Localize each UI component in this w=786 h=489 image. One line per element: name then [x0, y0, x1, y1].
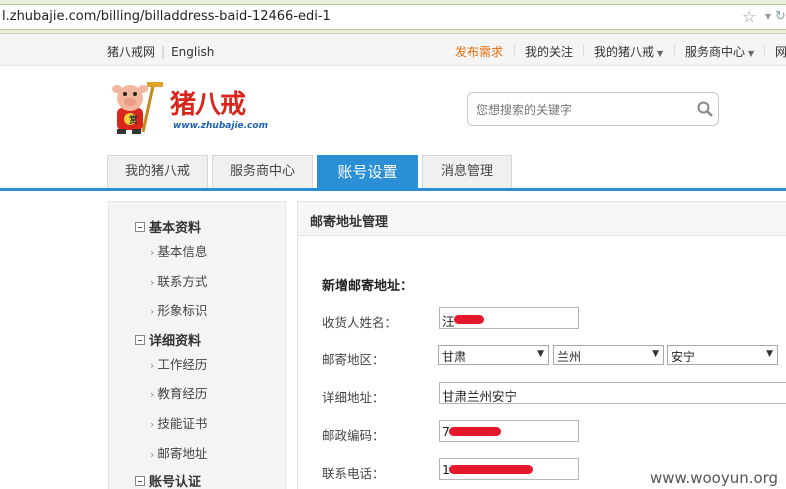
sidebar-item-label: 技能证书 — [157, 416, 208, 431]
browser-address-bar: l.zhubajie.com/billing/billaddress-baid-… — [0, 0, 786, 34]
sidebar-item-label: 工作经历 — [157, 357, 208, 372]
redaction-mark — [454, 315, 484, 324]
collapse-icon — [135, 476, 145, 486]
sidebar-item-contact[interactable]: › 联系方式 — [150, 271, 207, 290]
dropdown-arrow-icon: ▼ — [766, 349, 773, 359]
logo-badge: 赏 — [129, 116, 139, 126]
url-text: l.zhubajie.com/billing/billaddress-baid-… — [2, 9, 331, 24]
district-value: 安宁 — [671, 350, 696, 364]
collapse-icon — [135, 222, 145, 232]
name-label: 收货人姓名： — [322, 315, 398, 330]
nav-divider: | — [161, 45, 166, 59]
address-label: 详细地址： — [322, 390, 385, 405]
tab-account-settings[interactable]: 账号设置 — [317, 155, 418, 189]
my-follow-link[interactable]: 我的关注 — [525, 43, 573, 60]
chevron-right-icon: › — [150, 448, 155, 461]
provider-center-menu[interactable]: 服务商中心 ▼ — [685, 43, 754, 60]
city-value: 兰州 — [557, 350, 582, 364]
logo-domain: www.zhubajie.com — [173, 121, 268, 131]
sidebar-item-label: 基本信息 — [157, 244, 208, 259]
collapse-icon — [135, 335, 145, 345]
nav-divider — [514, 44, 515, 56]
publish-demand-link[interactable]: 发布需求 — [455, 43, 503, 60]
sidebar-group-label: 详细资料 — [149, 334, 202, 349]
watermark: www.wooyun.org — [650, 469, 779, 487]
city-select[interactable]: 兰州 ▼ — [553, 345, 664, 365]
sidebar-item-basic-info[interactable]: › 基本信息 — [150, 241, 207, 260]
provider-center-label: 服务商中心 — [685, 45, 746, 59]
url-field[interactable]: l.zhubajie.com/billing/billaddress-baid-… — [0, 4, 786, 30]
chevron-right-icon: › — [150, 305, 155, 318]
sidebar-item-label: 联系方式 — [157, 274, 208, 289]
dropdown-arrow-icon[interactable]: ▾ — [765, 9, 771, 23]
chevron-right-icon: › — [150, 359, 155, 372]
address-panel: 邮寄地址管理 新增邮寄地址： 收货人姓名： 汪 邮寄地区： 甘肃 ▼ 兰州 ▼ 安宁… — [297, 201, 786, 489]
search-box — [467, 92, 719, 126]
detail-address-input[interactable]: 甘肃兰州安宁 — [439, 382, 786, 404]
sidebar-item-education[interactable]: › 教育经历 — [150, 383, 207, 402]
nav-divider — [764, 44, 765, 56]
chevron-right-icon: › — [150, 418, 155, 431]
tab-underline — [0, 188, 786, 191]
redaction-mark — [449, 465, 533, 474]
search-input[interactable] — [476, 100, 686, 120]
sidebar-item-label: 邮寄地址 — [157, 446, 208, 461]
caret-down-icon: ▼ — [657, 49, 664, 58]
my-zbj-label: 我的猪八戒 — [594, 45, 655, 59]
site-logo[interactable]: 赏 猪八戒 www.zhubajie.com — [105, 80, 275, 138]
chevron-right-icon: › — [150, 276, 155, 289]
district-select[interactable]: 安宁 ▼ — [667, 345, 778, 365]
sidebar-group-detail[interactable]: 详细资料 — [135, 330, 201, 349]
dropdown-arrow-icon: ▼ — [537, 349, 544, 359]
my-zbj-menu[interactable]: 我的猪八戒 ▼ — [594, 43, 663, 60]
logo-name: 猪八戒 — [170, 90, 246, 120]
chevron-right-icon: › — [150, 246, 155, 259]
tab-my-zbj[interactable]: 我的猪八戒 — [107, 155, 208, 188]
top-nav-bar: 猪八戒网 | English 发布需求 我的关注 我的猪八戒 ▼ 服务商中心 ▼ 网 — [0, 34, 786, 66]
nav-divider — [674, 44, 675, 56]
caret-down-icon: ▼ — [748, 49, 755, 58]
sidebar-item-certificates[interactable]: › 技能证书 — [150, 413, 207, 432]
nav-divider — [583, 44, 584, 56]
top-nav-left: 猪八戒网 | English — [107, 43, 214, 60]
sidebar-item-mailing-address[interactable]: › 邮寄地址 — [150, 443, 207, 462]
sidebar-item-work[interactable]: › 工作经历 — [150, 354, 207, 373]
site-home-link[interactable]: 猪八戒网 — [107, 45, 155, 59]
detail-address-value: 甘肃兰州安宁 — [442, 389, 518, 404]
truncated-nav-link[interactable]: 网 — [775, 43, 786, 60]
province-value: 甘肃 — [442, 350, 467, 364]
sidebar-item-label: 形象标识 — [157, 303, 208, 318]
panel-header: 邮寄地址管理 — [298, 202, 786, 236]
dropdown-arrow-icon: ▼ — [652, 349, 659, 359]
redaction-mark — [449, 427, 501, 436]
phone-label: 联系电话： — [322, 466, 385, 481]
region-label: 邮寄地区： — [322, 352, 385, 367]
english-link[interactable]: English — [171, 45, 214, 59]
province-select[interactable]: 甘肃 ▼ — [438, 345, 549, 365]
sidebar-item-avatar[interactable]: › 形象标识 — [150, 300, 207, 319]
zip-label: 邮政编码： — [322, 428, 385, 443]
sidebar-group-basic[interactable]: 基本资料 — [135, 217, 201, 236]
sidebar: 基本资料 › 基本信息 › 联系方式 › 形象标识 详细资料 › 工作经历 › 教育经历 … — [108, 201, 286, 489]
bookmark-star-icon[interactable]: ☆ — [742, 7, 756, 26]
recipient-name-value: 汪 — [442, 314, 455, 329]
main-tabs: 我的猪八戒 服务商中心 账号设置 消息管理 — [0, 155, 786, 191]
tab-message-management[interactable]: 消息管理 — [422, 155, 512, 188]
search-icon[interactable] — [697, 101, 713, 120]
sidebar-group-verify[interactable]: 账号认证 — [135, 471, 201, 489]
sidebar-group-label: 账号认证 — [149, 475, 202, 489]
sidebar-item-label: 教育经历 — [157, 386, 208, 401]
refresh-icon[interactable]: ↻ — [775, 9, 786, 24]
sidebar-group-label: 基本资料 — [149, 221, 202, 236]
tab-provider-center[interactable]: 服务商中心 — [212, 155, 313, 188]
form-title: 新增邮寄地址： — [322, 279, 414, 294]
chevron-right-icon: › — [150, 388, 155, 401]
panel-title: 邮寄地址管理 — [310, 215, 389, 230]
